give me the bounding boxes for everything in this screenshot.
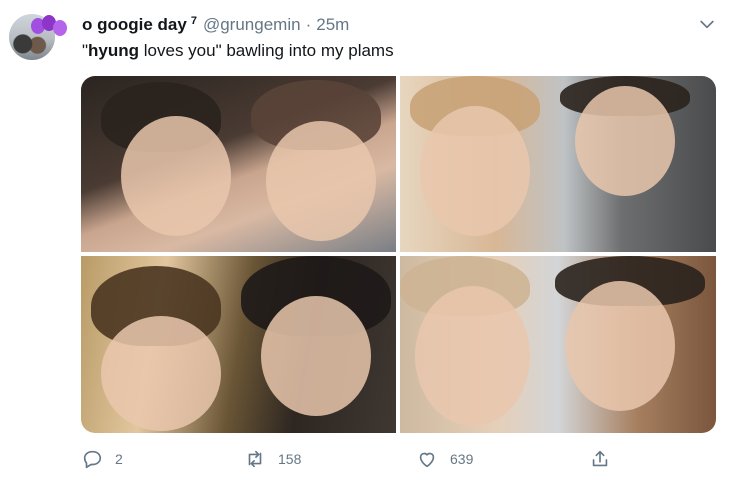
retweet-count: 158 bbox=[278, 451, 302, 467]
balloons-emoji-icon bbox=[31, 15, 67, 37]
reply-icon bbox=[81, 448, 103, 470]
share-button[interactable] bbox=[589, 446, 611, 472]
retweet-button[interactable]: 158 bbox=[244, 446, 301, 472]
reply-button[interactable]: 2 bbox=[81, 446, 123, 472]
media-photo-2[interactable] bbox=[400, 76, 716, 252]
name-superscript: 7 bbox=[190, 15, 197, 27]
display-name[interactable]: o googie day bbox=[82, 15, 187, 35]
tweet-text-rest: loves you" bawling into my plams bbox=[139, 41, 394, 60]
media-photo-4[interactable] bbox=[400, 256, 716, 433]
like-button[interactable]: 639 bbox=[416, 446, 473, 472]
reply-count: 2 bbox=[115, 451, 123, 467]
tweet-header: o googie day 7 @grungemin · 25m bbox=[82, 15, 349, 35]
like-count: 639 bbox=[450, 451, 474, 467]
heart-icon bbox=[416, 448, 438, 470]
timestamp[interactable]: 25m bbox=[316, 15, 349, 35]
separator-dot: · bbox=[305, 15, 312, 34]
media-photo-1[interactable] bbox=[81, 76, 396, 252]
share-icon bbox=[589, 448, 611, 470]
action-bar: 2 158 639 bbox=[81, 446, 721, 472]
tweet-text: "hyung loves you" bawling into my plams bbox=[82, 41, 394, 61]
user-handle[interactable]: @grungemin bbox=[203, 15, 301, 35]
media-grid bbox=[81, 76, 716, 433]
chevron-down-icon[interactable] bbox=[697, 14, 717, 34]
media-photo-3[interactable] bbox=[81, 256, 396, 433]
retweet-icon bbox=[244, 448, 266, 470]
tweet-text-bold: hyung bbox=[88, 41, 140, 60]
